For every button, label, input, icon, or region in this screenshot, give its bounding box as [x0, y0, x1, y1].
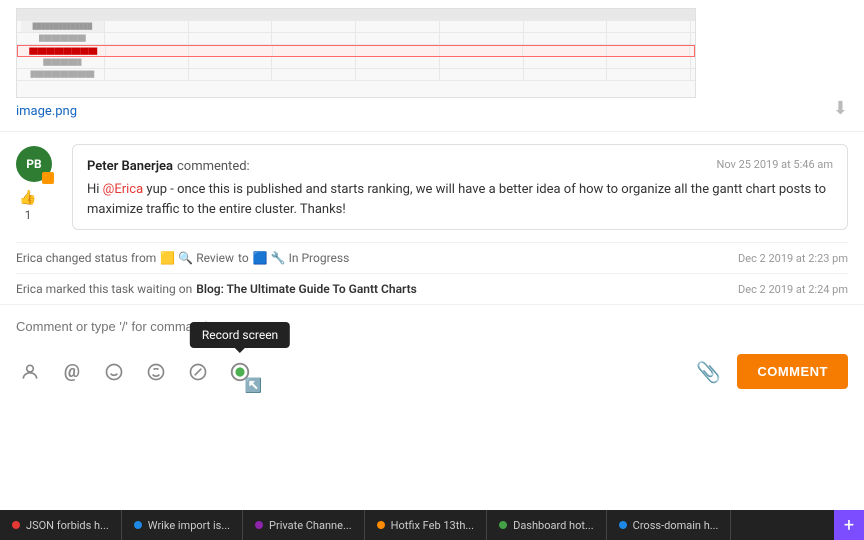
taskbar-dot-2 — [134, 521, 142, 529]
taskbar-item-2[interactable]: Wrike import is... — [122, 510, 243, 540]
person-icon[interactable] — [16, 358, 44, 386]
image-preview: ██████████████ ███████████ █████████████… — [16, 8, 696, 98]
taskbar-dot-4 — [377, 521, 385, 529]
download-icon[interactable]: ⬇ — [833, 98, 848, 119]
activity-text-2: Erica marked this task waiting on Blog: … — [16, 282, 417, 296]
comment-input[interactable] — [16, 315, 848, 338]
taskbar-label-1: JSON forbids h... — [26, 519, 109, 532]
comment-header: Peter Banerjea commented: Nov 25 2019 at… — [87, 155, 833, 174]
attachment-icon[interactable]: 📎 — [696, 360, 721, 384]
activity-row-2: Erica marked this task waiting on Blog: … — [16, 273, 848, 304]
toolbar-right: 📎 COMMENT — [696, 354, 848, 389]
emoji-smile-icon[interactable] — [100, 358, 128, 386]
status-badge-from: 🟨 🔍 Review — [160, 251, 234, 265]
comment-bubble: Peter Banerjea commented: Nov 25 2019 at… — [72, 144, 848, 230]
activity-text-before-2: Erica marked this task waiting on — [16, 282, 192, 296]
taskbar-label-2: Wrike import is... — [148, 519, 230, 532]
activity-text-before-1: Erica changed status from — [16, 251, 156, 265]
taskbar-dot-1 — [12, 521, 20, 529]
taskbar-label-3: Private Channe... — [269, 519, 352, 532]
smiley-icon[interactable] — [142, 358, 170, 386]
comment-body-after: yup - once this is published and starts … — [87, 182, 826, 217]
comment-body-before: Hi — [87, 182, 103, 197]
image-filename[interactable]: image.png — [16, 104, 848, 119]
record-icon[interactable]: ↖️ — [226, 358, 254, 386]
taskbar-item-5[interactable]: Dashboard hot... — [487, 510, 607, 540]
comment-mention[interactable]: @Erica — [103, 182, 144, 197]
taskbar-label-4: Hotfix Feb 13th... — [391, 519, 474, 532]
comment-input-area — [0, 304, 864, 346]
status-icon-to-color: 🟦 — [253, 251, 268, 265]
status-icon-from: 🔍 — [178, 251, 193, 265]
waiting-link[interactable]: Blog: The Ultimate Guide To Gantt Charts — [196, 282, 417, 296]
activity-arrow: to — [238, 251, 249, 265]
avatar-initials: PB — [26, 157, 41, 171]
like-wrapper: PB 🟧 👍 1 — [16, 146, 52, 230]
toolbar: @ — [0, 346, 864, 399]
record-tooltip: Record screen — [190, 322, 290, 348]
image-area: ██████████████ ███████████ █████████████… — [0, 0, 864, 132]
like-area: 👍 1 — [19, 190, 36, 222]
taskbar: JSON forbids h... Wrike import is... Pri… — [0, 510, 864, 540]
slash-icon[interactable] — [184, 358, 212, 386]
avatar-badge: 🟧 — [42, 172, 54, 184]
taskbar-item-4[interactable]: Hotfix Feb 13th... — [365, 510, 487, 540]
taskbar-label-5: Dashboard hot... — [513, 519, 594, 532]
status-badge-to: 🟦 🔧 In Progress — [253, 251, 350, 265]
taskbar-dot-3 — [255, 521, 263, 529]
activity-section: Erica changed status from 🟨 🔍 Review to … — [0, 242, 864, 304]
activity-text-1: Erica changed status from 🟨 🔍 Review to … — [16, 251, 349, 265]
status-label-from: Review — [196, 251, 234, 265]
main-container: ██████████████ ███████████ █████████████… — [0, 0, 864, 540]
record-btn-wrapper: Record screen ↖️ — [226, 358, 254, 386]
taskbar-item-6[interactable]: Cross-domain h... — [607, 510, 732, 540]
like-icon[interactable]: 👍 — [19, 190, 36, 206]
activity-time-1: Dec 2 2019 at 2:23 pm — [738, 252, 848, 265]
activity-row-1: Erica changed status from 🟨 🔍 Review to … — [16, 242, 848, 273]
taskbar-item-1[interactable]: JSON forbids h... — [0, 510, 122, 540]
status-icon-from-color: 🟨 — [160, 251, 175, 265]
at-icon[interactable]: @ — [58, 358, 86, 386]
taskbar-dot-5 — [499, 521, 507, 529]
comment-verb: commented: — [177, 159, 250, 174]
cursor-icon: ↖️ — [245, 378, 262, 394]
status-label-to: In Progress — [289, 251, 350, 265]
activity-time-2: Dec 2 2019 at 2:24 pm — [738, 283, 848, 296]
taskbar-dot-6 — [619, 521, 627, 529]
status-icon-to: 🔧 — [271, 251, 286, 265]
like-count: 1 — [25, 208, 32, 222]
toolbar-left: @ — [16, 358, 254, 386]
comment-section: PB 🟧 👍 1 Peter Banerjea commented: Nov 2… — [0, 132, 864, 242]
taskbar-plus-button[interactable]: + — [834, 510, 864, 540]
taskbar-label-6: Cross-domain h... — [633, 519, 719, 532]
avatar: PB 🟧 — [16, 146, 52, 182]
comment-button[interactable]: COMMENT — [737, 354, 848, 389]
comment-author: Peter Banerjea — [87, 159, 173, 174]
comment-body: Hi @Erica yup - once this is published a… — [87, 180, 833, 219]
comment-timestamp: Nov 25 2019 at 5:46 am — [716, 158, 833, 171]
taskbar-item-3[interactable]: Private Channe... — [243, 510, 365, 540]
